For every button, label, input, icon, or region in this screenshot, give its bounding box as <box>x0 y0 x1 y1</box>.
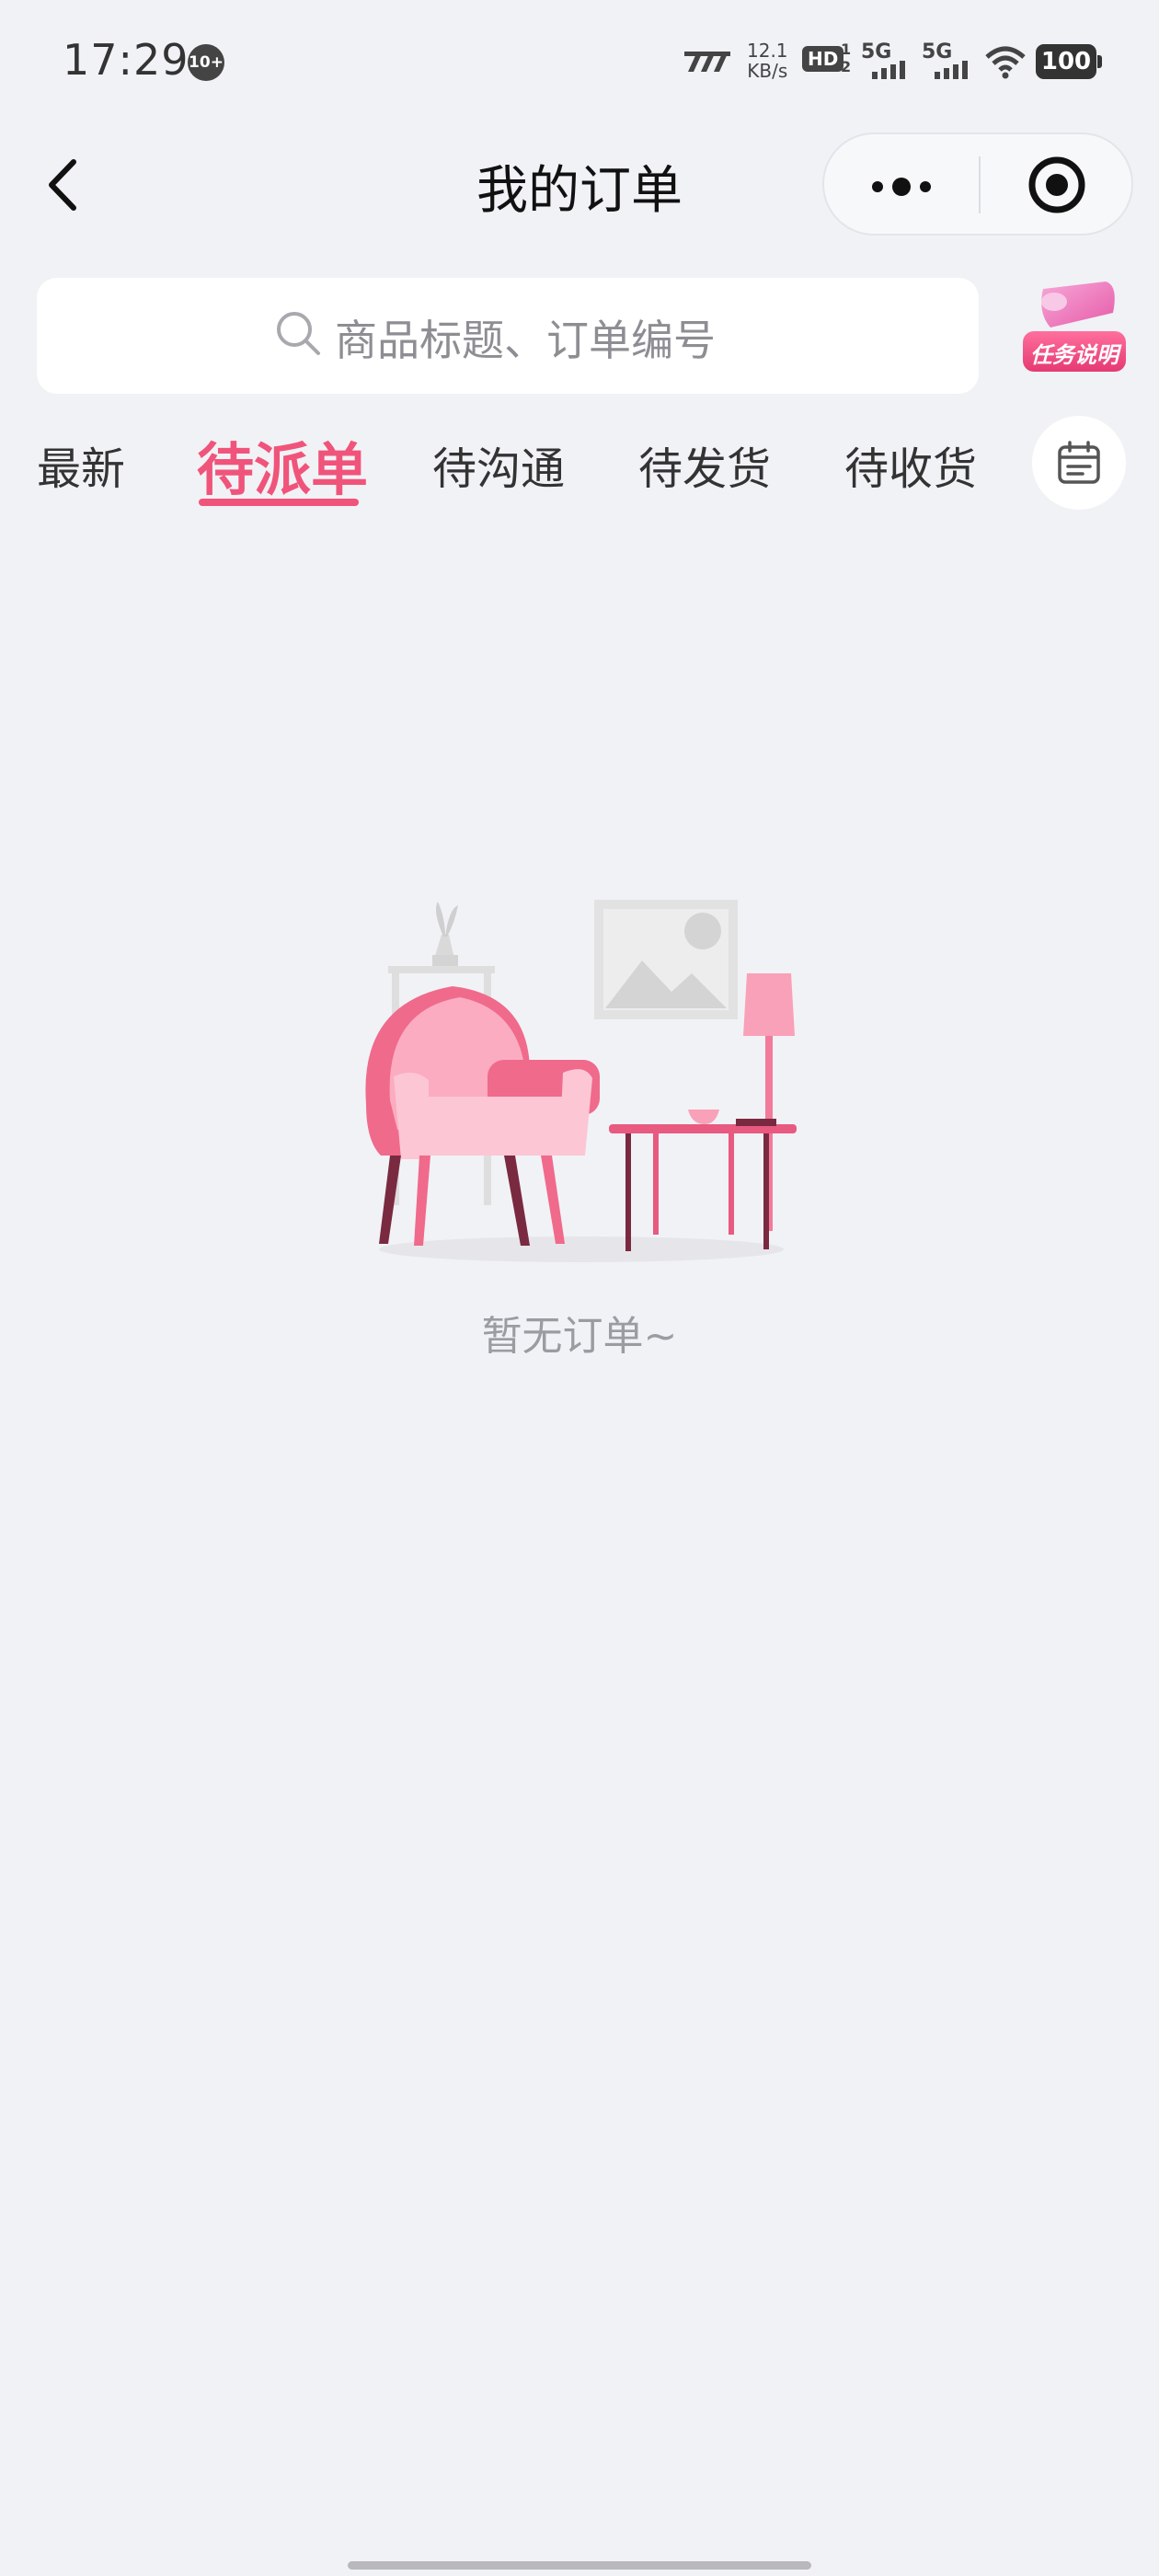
more-dot <box>920 181 931 192</box>
search-placeholder: 商品标题、订单编号 <box>335 316 716 365</box>
more-dot-center <box>892 178 911 196</box>
wifi-icon <box>985 46 1026 79</box>
tab-pending-communication[interactable]: 待沟通 <box>432 432 565 497</box>
search-icon <box>277 312 320 355</box>
status-bar: 17:29 10+ 12.1 KB/s HD 12 5G 5G 100 <box>0 0 1159 123</box>
home-indicator[interactable] <box>348 2561 811 2570</box>
network-speed-icon <box>684 52 730 72</box>
active-tab-indicator <box>199 499 359 506</box>
more-button[interactable] <box>824 134 979 234</box>
empty-state-message: 暂无订单~ <box>481 1313 678 1360</box>
network-speed: 12.1 KB/s <box>747 40 788 81</box>
armchair-illustration <box>365 986 600 1246</box>
order-status-tabs: 最新 待派单 待沟通 待发货 待收货 <box>0 405 1159 515</box>
plant-illustration <box>432 902 458 966</box>
notification-badge: 10+ <box>188 44 224 81</box>
tab-latest[interactable]: 最新 <box>37 432 125 497</box>
tab-pending-shipment[interactable]: 待发货 <box>638 432 771 497</box>
task-description-button[interactable]: 任务说明 <box>1017 276 1131 379</box>
target-close-icon <box>1028 156 1085 213</box>
battery-tip <box>1097 55 1102 68</box>
more-dot <box>872 181 883 192</box>
calendar-button[interactable] <box>1032 416 1126 510</box>
calendar-icon <box>1058 441 1100 484</box>
tab-pending-dispatch[interactable]: 待派单 <box>197 423 368 506</box>
close-button[interactable] <box>981 134 1133 234</box>
status-time: 17:29 <box>63 35 189 85</box>
battery-indicator: 100 <box>1036 44 1096 79</box>
network-speed-unit: KB/s <box>747 60 788 82</box>
hd-badge: HD <box>802 46 844 72</box>
volte-index: 12 <box>841 40 852 75</box>
signal-sim2-icon <box>935 61 968 79</box>
search-input[interactable]: 商品标题、订单编号 <box>37 278 979 394</box>
empty-orders-illustration <box>365 900 797 1262</box>
picture-frame-illustration <box>594 900 738 1019</box>
signal-sim1-icon <box>872 61 905 79</box>
task-badge-label: 任务说明 <box>1030 342 1119 368</box>
mini-program-capsule <box>822 132 1133 236</box>
network-speed-value: 12.1 <box>747 40 788 62</box>
side-table-illustration <box>609 1110 797 1251</box>
tab-pending-receipt[interactable]: 待收货 <box>844 432 977 497</box>
